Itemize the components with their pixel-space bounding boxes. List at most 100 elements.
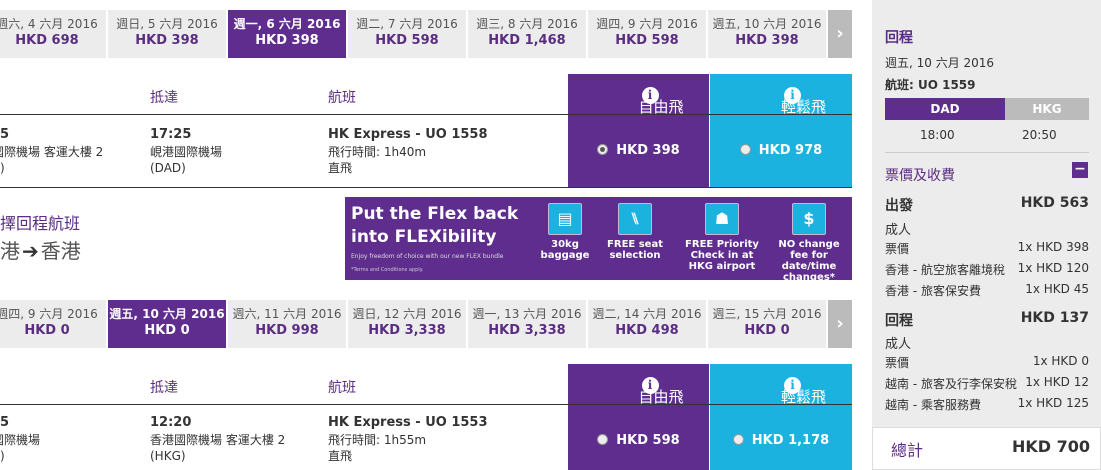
choose-return-heading: 擇回程航班 <box>0 214 81 233</box>
banner-terms: *Terms and Conditions apply. <box>351 267 424 273</box>
return-summary-date: 週五, 10 六月 2016 <box>885 56 995 70</box>
return-day-4[interactable]: 週一, 13 六月 2016 HKD 3,338 <box>468 300 586 348</box>
arrive-column-label: 抵達 <box>150 380 178 396</box>
return-date-bar: 週四, 9 六月 2016 HKD 0 週五, 10 六月 2016 HKD 0 週… <box>0 300 852 348</box>
arrow-right-icon: ➔ <box>22 239 39 263</box>
return-easy-fare-option[interactable]: HKD 1,178 <box>710 405 852 470</box>
return-fees-header: 回程 HKD 137 <box>885 310 1089 329</box>
departure-airport: 國際機場 <box>0 433 41 447</box>
radio-icon[interactable] <box>597 434 609 445</box>
booking-summary-sidebar: 回程 週五, 10 六月 2016 航班: UO 1559 DAD HKG 18… <box>872 0 1101 470</box>
outbound-day-2-selected[interactable]: 週一, 6 六月 2016 HKD 398 <box>228 10 346 58</box>
outbound-flight-row: 5 國際機場 客運大樓 2 ) 17:25 峴港國際機場 (DAD) HK Ex… <box>0 115 852 187</box>
departure-code: ) <box>0 161 5 175</box>
arrival-airport: 峴港國際機場 <box>150 145 223 159</box>
flight-duration: 飛行時間: 1h40m <box>328 145 427 159</box>
flight-column-label: 航班 <box>328 90 356 106</box>
departure-code: ) <box>0 449 5 463</box>
divider <box>885 152 1089 153</box>
outbound-day-0[interactable]: 週六, 4 六月 2016 HKD 698 <box>0 10 106 58</box>
departure-time: 5 <box>0 415 10 430</box>
return-day-5[interactable]: 週二, 14 六月 2016 HKD 498 <box>588 300 706 348</box>
return-summary-flight: 航班: UO 1559 <box>885 78 976 92</box>
easy-fare-header[interactable]: 輕鬆飛 i <box>710 364 852 406</box>
return-flex-fare-option[interactable]: HKD 598 <box>568 405 709 470</box>
divider <box>0 187 852 188</box>
flex-fare-header[interactable]: 自由飛 i <box>568 364 709 406</box>
arrival-airport: 香港國際機場 客運大樓 2 <box>150 433 286 447</box>
summary-dep-time: 18:00 <box>920 128 955 142</box>
return-day-1-selected[interactable]: 週五, 10 六月 2016 HKD 0 <box>108 300 226 348</box>
outbound-day-4[interactable]: 週三, 8 六月 2016 HKD 1,468 <box>468 10 586 58</box>
return-fee-item: 越南 - 乘客服務費 1x HKD 125 <box>885 396 1089 412</box>
return-route: 港 ➔ 香港 <box>0 239 81 263</box>
return-summary-title: 回程 <box>885 30 913 46</box>
collapse-icon[interactable]: − <box>1072 162 1088 178</box>
banner-subtitle: Enjoy freedom of choice with our new FLE… <box>351 253 504 260</box>
outbound-next-arrow-icon[interactable]: › <box>828 10 852 58</box>
outbound-date-bar: 週六, 4 六月 2016 HKD 698 週日, 5 六月 2016 HKD 39… <box>0 10 852 58</box>
return-day-3[interactable]: 週日, 12 六月 2016 HKD 3,338 <box>348 300 466 348</box>
feature-checkin: ☗ FREE Priority Check in at HKG airport <box>677 203 767 272</box>
fees-title: 票價及收費 <box>885 168 955 184</box>
arrival-code: (DAD) <box>150 161 186 175</box>
feature-no-fee: $ NO change fee for date/time changes* <box>769 203 849 283</box>
easy-fare-header[interactable]: 輕鬆飛 i <box>710 74 852 116</box>
outbound-day-1[interactable]: 週日, 5 六月 2016 HKD 398 <box>108 10 226 58</box>
arrival-code: (HKG) <box>150 449 186 463</box>
flex-promo-banner[interactable]: Put the Flex back into FLEXibility Enjoy… <box>345 197 852 283</box>
flight-number: HK Express - UO 1553 <box>328 415 488 430</box>
arrive-column-label: 抵達 <box>150 90 178 106</box>
return-day-0[interactable]: 週四, 9 六月 2016 HKD 0 <box>0 300 106 348</box>
flight-column-label: 航班 <box>328 380 356 396</box>
outbound-day-6[interactable]: 週五, 10 六月 2016 HKD 398 <box>708 10 826 58</box>
return-day-2[interactable]: 週六, 11 六月 2016 HKD 998 <box>228 300 346 348</box>
departure-time: 5 <box>0 127 10 142</box>
return-next-arrow-icon[interactable]: › <box>828 300 852 348</box>
return-column-header: 抵達 航班 自由飛 i 輕鬆飛 i <box>0 364 852 406</box>
checkin-icon: ☗ <box>705 203 739 235</box>
flight-duration: 飛行時間: 1h55m <box>328 433 427 447</box>
seat-icon: ⑊ <box>618 203 652 235</box>
return-fee-item: 票價 1x HKD 0 <box>885 354 1089 370</box>
outbound-day-3[interactable]: 週二, 7 六月 2016 HKD 598 <box>348 10 466 58</box>
radio-icon[interactable] <box>732 434 744 445</box>
summary-arr-time: 20:50 <box>1022 128 1057 142</box>
outbound-fee-item: 香港 - 航空旅客離境稅 1x HKD 120 <box>885 261 1089 277</box>
radio-selected-icon[interactable] <box>597 144 609 155</box>
outbound-flex-fare-option[interactable]: HKD 398 <box>568 115 709 187</box>
banner-headline: Put the Flex back into FLEXibility <box>351 204 519 247</box>
outbound-fee-item: 香港 - 旅客保安費 1x HKD 45 <box>885 282 1089 298</box>
flight-number: HK Express - UO 1558 <box>328 127 488 142</box>
outbound-fee-item: 票價 1x HKD 398 <box>885 240 1089 256</box>
outbound-column-header: 抵達 航班 自由飛 i 輕鬆飛 i <box>0 74 852 116</box>
departure-airport: 國際機場 客運大樓 2 <box>0 145 104 159</box>
grand-total-box: 總計 HKD 700 <box>872 427 1101 470</box>
outbound-easy-fare-option[interactable]: HKD 978 <box>710 115 852 187</box>
flight-stops: 直飛 <box>328 449 353 463</box>
return-pax: 成人 <box>885 337 912 352</box>
route-from-code: DAD <box>885 98 1016 120</box>
info-icon[interactable]: i <box>784 87 801 104</box>
luggage-icon: ▤ <box>548 203 582 235</box>
feature-baggage: ▤ 30kg baggage <box>539 203 591 261</box>
arrival-time: 17:25 <box>150 127 192 142</box>
feature-seat: ⑊ FREE seat selection <box>597 203 673 261</box>
info-icon[interactable]: i <box>641 87 659 104</box>
return-day-6[interactable]: 週三, 15 六月 2016 HKD 0 <box>708 300 826 348</box>
outbound-fees-header: 出發 HKD 563 <box>885 195 1089 214</box>
arrival-time: 12:20 <box>150 415 192 430</box>
grand-total-value: HKD 700 <box>1011 437 1090 456</box>
route-to-code: HKG <box>1005 98 1089 120</box>
radio-icon[interactable] <box>739 144 751 155</box>
flight-selection-page: 週六, 4 六月 2016 HKD 698 週日, 5 六月 2016 HKD 39… <box>0 0 1101 470</box>
flex-fare-header[interactable]: 自由飛 i <box>568 74 709 116</box>
grand-total-label: 總計 <box>891 441 924 460</box>
no-fee-icon: $ <box>792 203 826 235</box>
info-icon[interactable]: i <box>784 377 801 394</box>
return-flight-row: 5 國際機場 ) 12:20 香港國際機場 客運大樓 2 (HKG) HK Ex… <box>0 405 852 470</box>
outbound-pax: 成人 <box>885 223 912 238</box>
flight-stops: 直飛 <box>328 161 353 175</box>
outbound-day-5[interactable]: 週四, 9 六月 2016 HKD 598 <box>588 10 706 58</box>
info-icon[interactable]: i <box>641 377 659 394</box>
